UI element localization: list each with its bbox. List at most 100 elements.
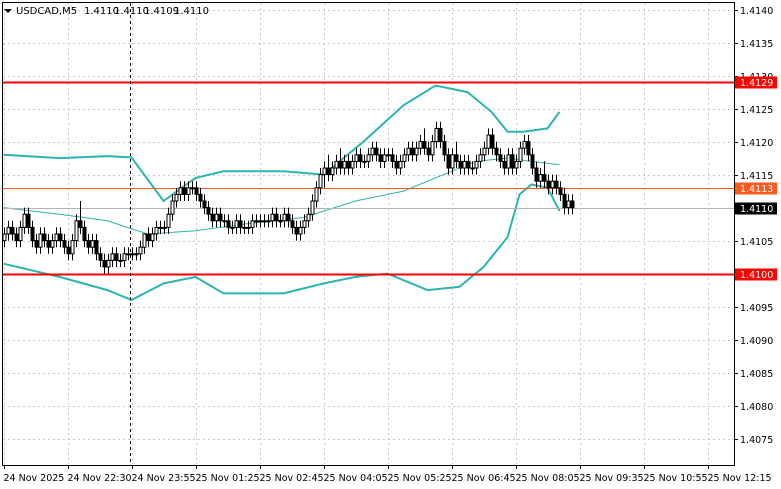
- candle-body-bull: [386, 154, 391, 157]
- candle-body-bull: [506, 154, 511, 169]
- candle-body-bull: [362, 160, 367, 163]
- candle-body-bull: [262, 220, 267, 223]
- y-tick-label: 1.4105: [740, 237, 773, 248]
- candle-body-bear: [378, 154, 383, 162]
- candle-body-bull: [342, 160, 347, 169]
- candle-body-bear: [82, 226, 87, 242]
- candle-body-bear: [194, 187, 199, 195]
- candle-body-bear: [146, 233, 151, 242]
- candle-body-bear: [210, 213, 215, 222]
- x-tick-label: 25 Nov 10:55: [644, 473, 708, 484]
- candle-body-bull: [150, 233, 155, 242]
- candle-body-bull: [318, 174, 323, 189]
- candle-body-bull: [134, 253, 139, 256]
- candle-body-bull: [538, 174, 543, 182]
- candle-body-bull: [162, 226, 167, 229]
- header-close: 1.4110: [174, 6, 209, 17]
- candle-body-bull: [106, 259, 111, 268]
- candle-body-bull: [126, 253, 131, 256]
- candle-body-bull: [258, 220, 263, 223]
- candle-body-bear: [26, 213, 31, 228]
- candle-body-bull: [130, 253, 135, 256]
- candle-body-bull: [170, 200, 175, 215]
- x-tick-label: 25 Nov 12:15: [708, 473, 772, 484]
- level-badge-label: 1.4129: [740, 78, 773, 89]
- candle-body-bear: [570, 200, 575, 209]
- candle-body-bull: [334, 160, 339, 169]
- candle-body-bear: [58, 233, 63, 242]
- y-tick-label: 1.4090: [740, 336, 773, 347]
- candle-body-bull: [306, 213, 311, 222]
- candle-body-bear: [526, 141, 531, 156]
- candle-body-bull: [270, 213, 275, 222]
- candle-body-bear: [410, 147, 415, 156]
- candle-body-bull: [322, 167, 327, 176]
- candle-body-bull: [450, 154, 455, 169]
- candle-body-bull: [50, 240, 55, 248]
- y-tick-label: 1.4080: [740, 402, 773, 413]
- candle-body-bull: [486, 134, 491, 149]
- candle-body-bull: [430, 141, 435, 156]
- candle-body-bear: [238, 220, 243, 228]
- candle-body-bull: [550, 180, 555, 189]
- candle-body-bull: [54, 233, 59, 242]
- candle-body-bear: [426, 147, 431, 156]
- y-tick-label: 1.4115: [740, 171, 773, 182]
- candle-body-bull: [298, 226, 303, 235]
- candle-body-bull: [118, 259, 123, 262]
- candle-body-bear: [530, 154, 535, 169]
- candle-body-bull: [266, 220, 271, 223]
- candle-body-bull: [6, 226, 11, 235]
- candle-body-bear: [218, 213, 223, 222]
- candle-body-bull: [330, 167, 335, 176]
- candle-body-bull: [242, 226, 247, 229]
- candle-body-bear: [42, 233, 47, 242]
- y-tick-label: 1.4140: [740, 6, 773, 17]
- candle-body-bear: [494, 147, 499, 156]
- candle-body-bear: [502, 160, 507, 169]
- candle-body-bear: [338, 160, 343, 169]
- candle-body-bear: [422, 141, 427, 149]
- candle-body-bear: [458, 160, 463, 169]
- candle-body-bear: [374, 147, 379, 156]
- candle-body-bull: [186, 187, 191, 195]
- level-badge-label: 1.4113: [740, 184, 773, 195]
- candle-body-bear: [78, 220, 83, 228]
- candle-body-bear: [546, 180, 551, 189]
- candle-body-bear: [454, 154, 459, 162]
- candle-body-bear: [446, 154, 451, 169]
- candle-body-bull: [418, 141, 423, 149]
- x-tick-label: 25 Nov 06:45: [452, 473, 516, 484]
- candle-body-bull: [122, 253, 127, 261]
- candle-body-bull: [310, 200, 315, 215]
- x-tick-label: 25 Nov 05:25: [388, 473, 452, 484]
- candle-body-bear: [286, 213, 291, 222]
- candle-body-bear: [66, 246, 71, 255]
- candle-body-bear: [46, 240, 51, 248]
- x-tick-label: 25 Nov 09:35: [580, 473, 644, 484]
- candle-body-bull: [514, 160, 519, 169]
- x-tick-label: 24 Nov 2025: [4, 473, 65, 484]
- candle-body-bull: [522, 141, 527, 149]
- candle-body-bull: [474, 160, 479, 169]
- candle-body-bear: [562, 193, 567, 209]
- candle-body-bull: [90, 240, 95, 248]
- y-tick-label: 1.4125: [740, 105, 773, 116]
- candle-body-bull: [74, 220, 79, 242]
- candle-body-bull: [190, 187, 195, 190]
- candle-body-bull: [246, 226, 251, 229]
- x-tick-label: 24 Nov 22:30: [68, 473, 132, 484]
- candle-body-bull: [250, 220, 255, 228]
- candle-body-bull: [70, 240, 75, 255]
- candle-body-bear: [102, 259, 107, 268]
- candle-body-bull: [110, 253, 115, 261]
- x-tick-label: 25 Nov 01:25: [196, 473, 260, 484]
- candle-body-bull: [566, 200, 571, 209]
- candle-body-bear: [466, 160, 471, 169]
- candle-body-bear: [202, 200, 207, 209]
- candle-body-bull: [22, 213, 27, 228]
- candle-body-bear: [10, 226, 15, 235]
- x-tick-label: 25 Nov 08:05: [516, 473, 580, 484]
- candle-body-bear: [390, 154, 395, 162]
- candle-body-bear: [490, 134, 495, 149]
